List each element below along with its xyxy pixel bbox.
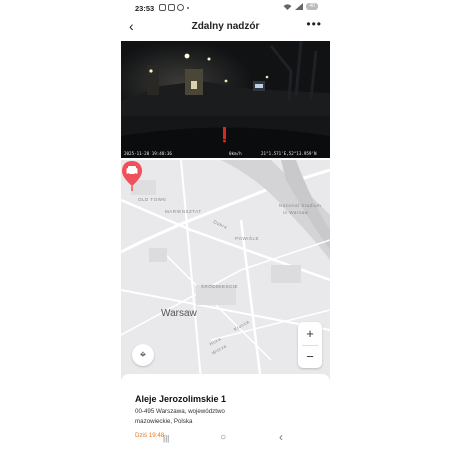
wifi-icon	[283, 4, 292, 10]
map-view[interactable]: OLD TOWN MARIENSZTAT Dobra National Stad…	[121, 160, 330, 382]
video-speed: 0km/h	[229, 151, 242, 156]
my-location-icon[interactable]: ⌖	[132, 344, 154, 366]
notification-icon	[177, 4, 184, 11]
zoom-divider	[302, 345, 318, 346]
video-timestamp: 2025-11-28 19:48:36	[124, 151, 172, 156]
page-title: Zdalny nadzór	[191, 21, 260, 32]
recents-icon[interactable]: |||	[163, 434, 169, 443]
status-time: 23:53	[135, 4, 155, 13]
dashcam-video[interactable]: 2025-11-28 19:48:36 0km/h 21°1.571'E,52°…	[121, 41, 330, 158]
car-location-pin-icon[interactable]	[121, 160, 143, 192]
signal-icon	[295, 3, 303, 10]
zoom-out-button[interactable]: −	[298, 345, 322, 368]
address-line-2: mazowieckie, Polska	[135, 418, 193, 425]
status-bar: 23:53 40	[121, 0, 330, 16]
address-line-1: 00-495 Warszawa, województwo	[135, 408, 225, 415]
notification-icon	[159, 4, 166, 11]
video-coordinates: 21°1.571'E,52°13.959'N	[261, 151, 317, 156]
home-icon[interactable]: ○	[220, 432, 226, 443]
video-frame	[121, 41, 330, 158]
zoom-control: + −	[298, 322, 322, 368]
map-label-srodmiescie: ŚRÓDMIEŚCIE	[201, 284, 239, 289]
map-label-powisle: POWIŚLE	[235, 236, 260, 241]
more-dots-icon[interactable]: •••	[306, 17, 322, 31]
zoom-in-button[interactable]: +	[298, 322, 322, 345]
battery-icon: 40	[306, 3, 318, 10]
map-label-old-town: OLD TOWN	[138, 197, 167, 202]
address-title: Aleje Jerozolimskie 1	[135, 394, 227, 404]
map-label-mariensztat: MARIENSZTAT	[165, 209, 202, 214]
app-header: ‹ Zdalny nadzór •••	[121, 16, 330, 40]
notification-icon	[168, 4, 175, 11]
map-city-label: Warsaw	[161, 308, 197, 319]
map-label-stadium: National Stadium	[279, 203, 322, 208]
system-nav-bar: ||| ○ ‹	[121, 430, 330, 448]
more-notifications-dot-icon	[187, 7, 189, 9]
map-label-stadium-line2: in Warsaw	[283, 210, 309, 215]
phone-screen: 23:53 40 ‹ Zdalny nadzór ••• 2025-11-28 …	[121, 0, 330, 452]
nav-back-icon[interactable]: ‹	[279, 430, 283, 444]
